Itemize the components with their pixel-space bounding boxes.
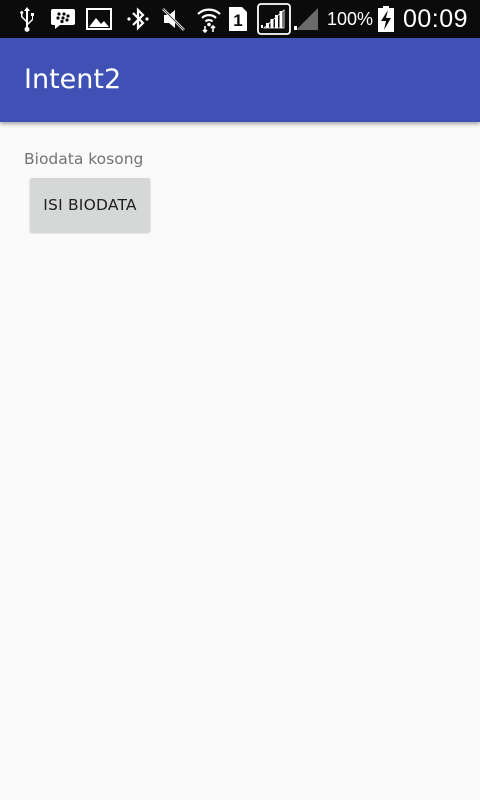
sim-slot-label: 1 — [233, 11, 242, 30]
wifi-icon — [196, 5, 222, 33]
clock: 00:09 — [403, 5, 469, 33]
fill-biodata-button[interactable]: ISI BIODATA — [30, 178, 150, 232]
signal-icon — [257, 3, 291, 35]
app-title: Intent2 — [24, 64, 122, 95]
main-content: Biodata kosong ISI BIODATA — [0, 122, 480, 800]
signal-empty-icon — [294, 5, 320, 33]
sim-icon: 1 — [228, 5, 248, 33]
bbm-icon — [50, 5, 76, 33]
bluetooth-icon — [125, 5, 151, 33]
status-bar: 1 100% 00:09 — [0, 0, 480, 38]
usb-icon — [16, 5, 38, 33]
battery-charging-icon — [377, 5, 395, 33]
mute-icon — [161, 5, 187, 33]
app-bar: Intent2 — [0, 38, 480, 122]
battery-percent: 100% — [327, 9, 374, 29]
image-icon — [86, 5, 112, 33]
screen: 1 100% 00:09 Intent2 Biodata kosong ISI … — [0, 0, 480, 800]
biodata-status-text: Biodata kosong — [24, 150, 144, 168]
